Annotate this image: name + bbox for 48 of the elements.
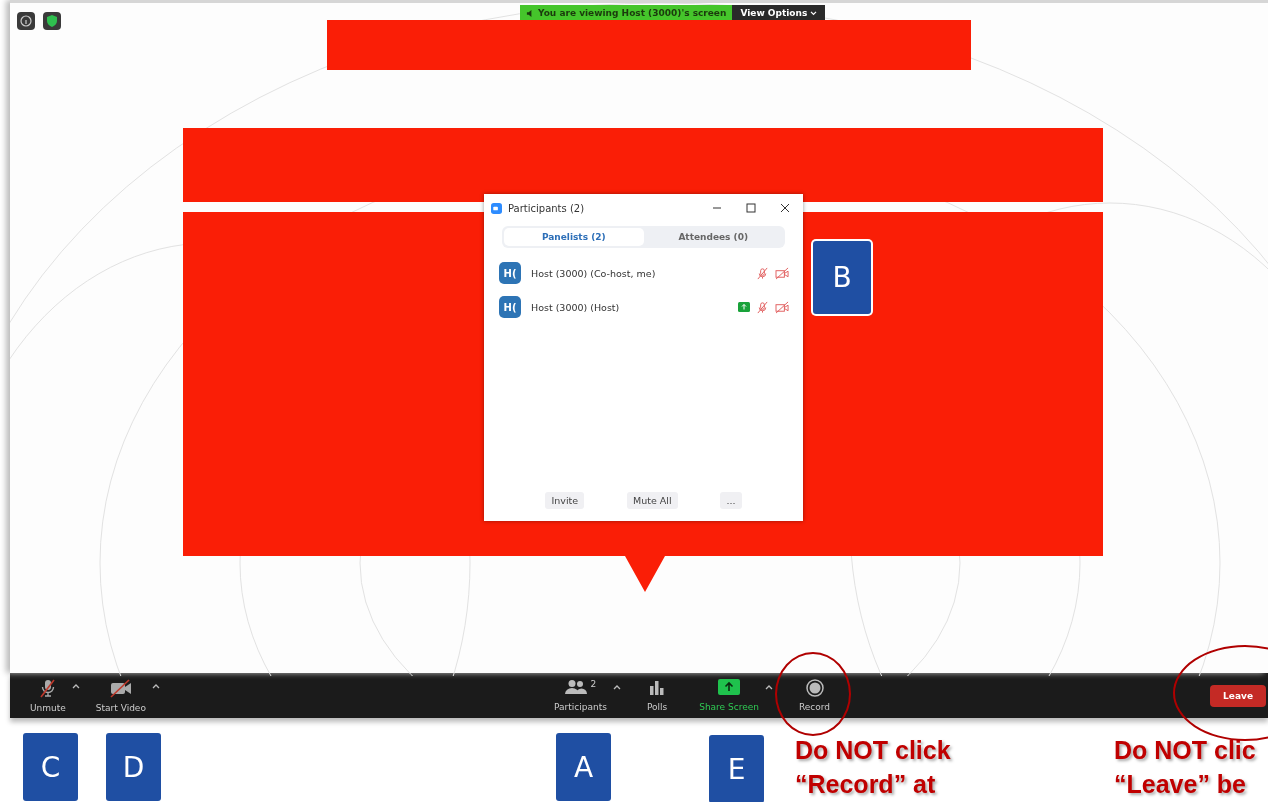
muted-mic-icon: [756, 300, 769, 314]
video-off-icon: [775, 300, 790, 314]
toolbar-button[interactable]: Start Video: [89, 674, 152, 717]
warning-note: Do NOT click “Record” at: [795, 735, 951, 800]
warning-note: Do NOT clic “Leave” be: [1114, 735, 1256, 800]
participant-count: 2: [590, 679, 597, 689]
muted-mic-icon: [756, 266, 769, 280]
maximize-icon[interactable]: [745, 202, 757, 214]
screen-share-icon: [718, 679, 741, 695]
caret-icon[interactable]: [71, 683, 80, 689]
toolbar-button[interactable]: Polls: [640, 675, 674, 716]
shield-icon[interactable]: [43, 12, 61, 30]
toolbar-button[interactable]: Record: [792, 675, 837, 716]
callout-label: A: [556, 733, 611, 801]
chevron-down-icon: [810, 10, 818, 16]
video-off-icon: [108, 678, 133, 698]
people-icon: [564, 679, 587, 695]
participant-name: Host (3000) (Host): [531, 301, 621, 313]
caret-icon[interactable]: [764, 684, 773, 690]
bar-chart-icon: [649, 679, 666, 695]
participant-name: Host (3000) (Co-host, me): [531, 267, 657, 279]
participant-row[interactable]: H( Host (3000) (Co-host, me): [484, 256, 803, 290]
video-off-icon: [775, 266, 790, 280]
callout-label: E: [709, 735, 764, 802]
window-button[interactable]: ...: [720, 492, 742, 509]
window-title: Participants (2): [508, 202, 586, 214]
toolbar-button[interactable]: 2 Participants: [548, 675, 613, 716]
banner-text: You are viewing Host (3000)'s screen: [538, 8, 727, 18]
tab[interactable]: Attendees (0): [643, 228, 783, 246]
avatar: H(: [499, 296, 521, 318]
callout-label: C: [23, 733, 78, 801]
tab[interactable]: Panelists (2): [504, 228, 644, 246]
callout-label: B: [813, 241, 871, 314]
caret-icon[interactable]: [151, 683, 160, 689]
window-button[interactable]: Mute All: [627, 492, 678, 509]
window-button[interactable]: Invite: [545, 492, 585, 509]
leave-button[interactable]: Leave: [1210, 684, 1266, 707]
callout-label: D: [106, 733, 161, 801]
muted-mic-icon: [37, 678, 58, 698]
caret-icon[interactable]: [612, 684, 621, 690]
toolbar-button[interactable]: Unmute: [24, 674, 72, 717]
record-icon: [805, 679, 824, 697]
avatar: H(: [499, 262, 521, 284]
view-options-button[interactable]: View Options: [732, 5, 826, 21]
close-icon[interactable]: [779, 202, 791, 214]
info-icon[interactable]: [17, 12, 35, 30]
app-logo-icon: [491, 202, 502, 214]
toolbar-button[interactable]: Share Screen: [693, 675, 765, 716]
